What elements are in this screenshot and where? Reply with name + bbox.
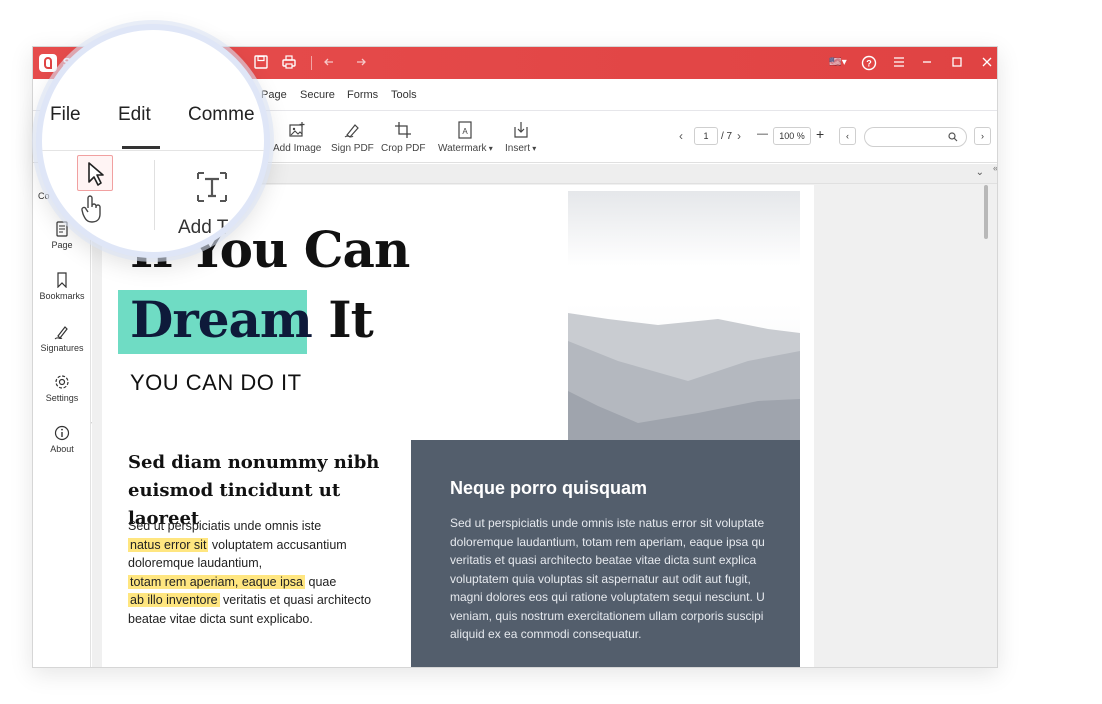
lens-tool-separator: [154, 160, 155, 230]
menu-tools[interactable]: Tools: [391, 89, 417, 101]
collapse-chevron-down-icon[interactable]: ⌄: [976, 167, 984, 178]
lens-menu-file[interactable]: File: [50, 104, 81, 126]
left-section-body: Sed ut perspiciatis unde omnis iste natu…: [128, 519, 372, 626]
search-prev-button[interactable]: ‹: [839, 127, 856, 145]
insert-icon: [514, 122, 528, 138]
print-icon[interactable]: [281, 55, 297, 71]
search-icon: [948, 132, 958, 142]
svg-text:?: ?: [866, 59, 872, 69]
prev-page-chevron-icon[interactable]: ‹: [679, 129, 683, 143]
sidebar: Co Page Bookmarks Signatures Settings Ab…: [33, 164, 99, 667]
page-total: / 7: [721, 131, 733, 142]
hero-highlight-word: Dream: [130, 290, 313, 349]
watermark-button[interactable]: A Watermark ▾: [438, 121, 493, 154]
highlight-text[interactable]: ab illo inventore: [128, 593, 220, 607]
maximize-icon[interactable]: [949, 55, 965, 71]
search-input[interactable]: [864, 127, 967, 147]
add-image-icon: [289, 122, 305, 137]
zoom-in-button[interactable]: +: [816, 126, 824, 142]
sidebar-item-settings[interactable]: Settings: [33, 374, 91, 403]
redo-icon[interactable]: [351, 55, 367, 71]
titlebar-separator: [311, 56, 312, 70]
vertical-scrollbar[interactable]: [984, 185, 988, 239]
page-number-input[interactable]: 1: [694, 127, 718, 145]
menu-icon[interactable]: [891, 55, 907, 71]
settings-icon: [55, 375, 69, 389]
app-logo-icon: [39, 54, 57, 72]
sidebar-item-bookmarks[interactable]: Bookmarks: [33, 272, 91, 301]
crop-pdf-button[interactable]: Crop PDF: [381, 121, 425, 154]
active-tab-underline: [122, 146, 160, 149]
lens-divider: [42, 150, 264, 151]
sidebar-item-about[interactable]: About: [33, 425, 91, 454]
menu-secure[interactable]: Secure: [300, 89, 335, 101]
menu-page[interactable]: Page: [261, 89, 287, 101]
add-image-button[interactable]: Add Image: [273, 121, 321, 154]
crop-pdf-icon: [395, 122, 412, 138]
bookmark-icon: [57, 272, 67, 288]
sign-pdf-icon: [345, 124, 360, 138]
collapse-panel-icon[interactable]: «: [993, 163, 997, 173]
sign-pdf-button[interactable]: Sign PDF: [331, 121, 374, 154]
add-text-icon[interactable]: [194, 169, 230, 210]
mountain-image: [568, 191, 800, 441]
panel-body: Sed ut perspiciatis unde omnis iste natu…: [450, 516, 765, 641]
menu-forms[interactable]: Forms: [347, 89, 378, 101]
info-icon: [54, 425, 70, 441]
insert-button[interactable]: Insert ▾: [505, 121, 536, 154]
search-next-button[interactable]: ›: [974, 127, 991, 145]
minimize-icon[interactable]: [919, 55, 935, 71]
svg-text:A: A: [463, 127, 469, 136]
help-icon[interactable]: ?: [861, 55, 877, 71]
sidebar-item-signatures[interactable]: Signatures: [33, 324, 91, 353]
hero-heading-line2: Dream It: [130, 290, 374, 349]
zoom-out-button[interactable]: —: [757, 128, 768, 140]
language-flag-icon[interactable]: 🇺🇸▾: [825, 55, 851, 71]
signature-icon: [54, 326, 68, 340]
hero-heading-rest: It: [311, 290, 373, 349]
panel-title: Neque porro quisquam: [450, 478, 648, 498]
hero-subheading: YOU CAN DO IT: [130, 370, 302, 395]
highlight-text[interactable]: totam rem aperiam, eaque ipsa: [128, 574, 306, 589]
save-icon[interactable]: [253, 55, 269, 71]
cursor-arrow-icon: [88, 162, 104, 186]
watermark-icon: A: [458, 121, 472, 139]
page-icon: [56, 221, 68, 237]
undo-icon[interactable]: [323, 55, 339, 71]
select-tool-button[interactable]: [77, 155, 113, 191]
close-icon[interactable]: [979, 55, 995, 71]
hand-pointer-icon: [80, 194, 106, 229]
magnifier-lens: File Edit Comme Add Te: [36, 24, 270, 258]
add-text-label[interactable]: Add Te: [178, 217, 237, 239]
zoom-level-input[interactable]: 100 %: [773, 127, 811, 145]
lens-menu-comment[interactable]: Comme: [188, 104, 255, 126]
highlight-text[interactable]: natus error sit: [128, 537, 209, 552]
feature-panel: Neque porro quisquam Sed ut perspiciatis…: [411, 440, 800, 667]
lens-menu-edit[interactable]: Edit: [118, 104, 151, 126]
next-page-chevron-icon[interactable]: ›: [737, 129, 741, 143]
